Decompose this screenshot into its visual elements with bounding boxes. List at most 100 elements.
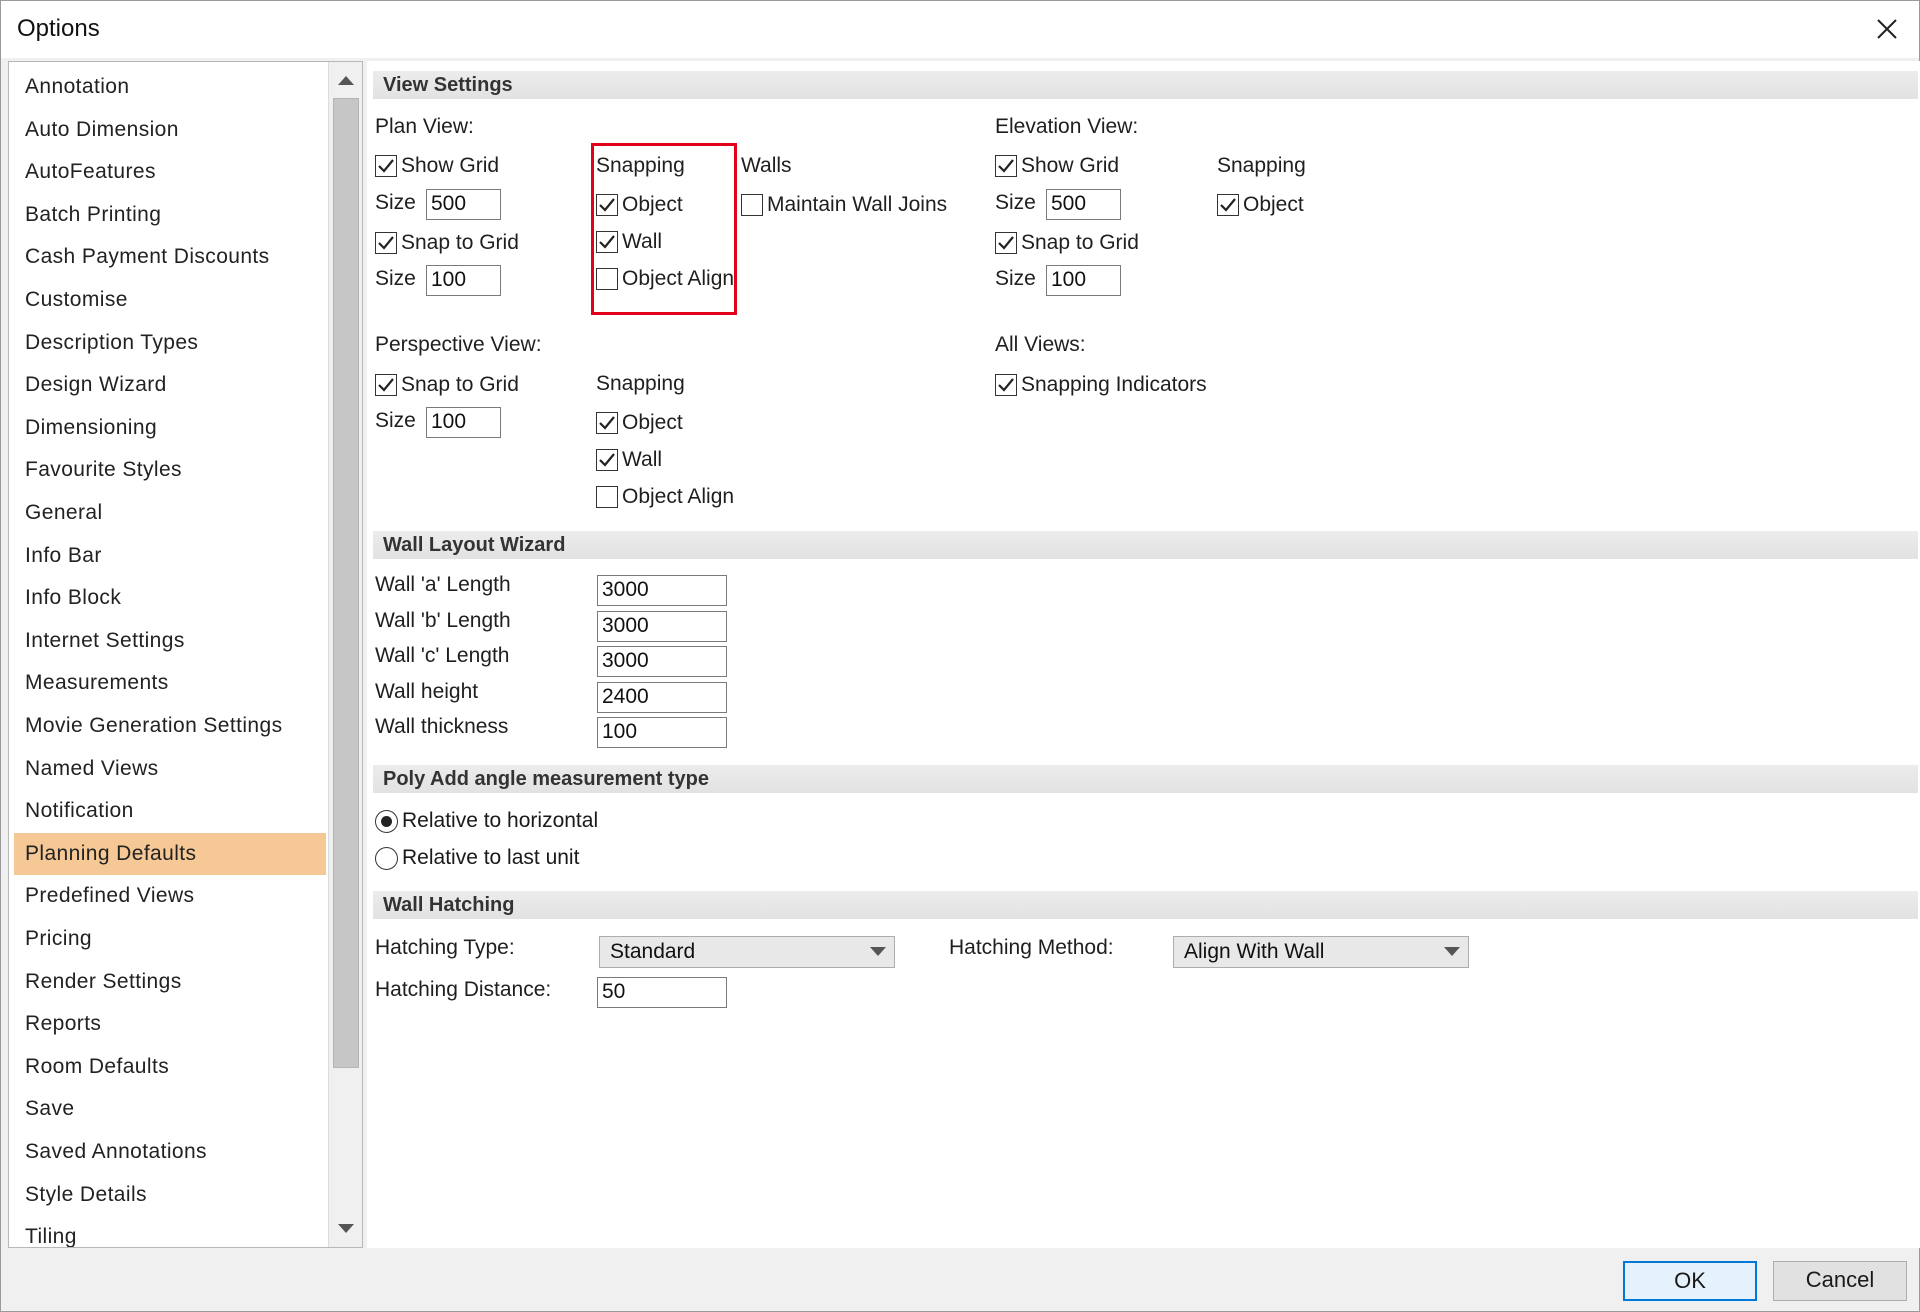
hatching-distance-input[interactable]: 50 (597, 977, 727, 1008)
category-list-pane: Annotation Auto Dimension AutoFeatures Batc… (8, 61, 363, 1248)
perspective-snap-object-checkbox[interactable]: Object (596, 411, 683, 435)
nav-item-style-details[interactable]: Style Details (14, 1174, 326, 1216)
nav-item-reports[interactable]: Reports (14, 1003, 326, 1045)
nav-item-measurements[interactable]: Measurements (14, 662, 326, 704)
chevron-up-icon (338, 76, 354, 85)
wall-field-input[interactable]: 100 (597, 717, 727, 748)
radio-circle[interactable] (375, 846, 398, 870)
elevation-grid-size-input[interactable]: 500 (1046, 189, 1121, 220)
checkbox-label: Object (1243, 193, 1304, 216)
scroll-thumb[interactable] (333, 98, 359, 1068)
nav-item-pricing[interactable]: Pricing (14, 918, 326, 960)
nav-item-batch-printing[interactable]: Batch Printing (14, 194, 326, 236)
checkbox-box[interactable] (995, 232, 1017, 254)
checkbox-box[interactable] (375, 232, 397, 254)
nav-item-favourite-styles[interactable]: Favourite Styles (14, 449, 326, 491)
nav-item-saved-annotations[interactable]: Saved Annotations (14, 1131, 326, 1173)
checkbox-box[interactable] (596, 412, 618, 434)
radio-circle[interactable] (375, 809, 398, 833)
nav-item-auto-dimension[interactable]: Auto Dimension (14, 109, 326, 151)
nav-item-internet-settings[interactable]: Internet Settings (14, 620, 326, 662)
checkbox-label: Object Align (622, 485, 735, 508)
perspective-snap-size-input[interactable]: 100 (426, 407, 501, 438)
wall-field-input[interactable]: 3000 (597, 610, 727, 642)
checkbox-label: Snap to Grid (401, 231, 519, 254)
nav-item-info-bar[interactable]: Info Bar (14, 535, 326, 577)
nav-item-customise[interactable]: Customise (14, 279, 326, 321)
nav-item-save[interactable]: Save (14, 1088, 326, 1130)
perspective-snap-wall-checkbox[interactable]: Wall (596, 448, 662, 472)
close-icon[interactable] (1865, 7, 1909, 51)
checkbox-box[interactable] (375, 155, 397, 177)
checkmark-icon (1220, 198, 1236, 212)
ok-button[interactable]: OK (1623, 1261, 1757, 1301)
maintain-wall-joins-checkbox[interactable]: Maintain Wall Joins (741, 193, 947, 217)
title-bar: Options (1, 1, 1919, 58)
perspective-snap-object-align-checkbox[interactable]: Object Align (596, 485, 734, 509)
nav-item-named-views[interactable]: Named Views (14, 748, 326, 790)
wall-field-input[interactable]: 3000 (597, 575, 727, 606)
nav-item-notification[interactable]: Notification (14, 790, 326, 832)
plan-grid-size-input[interactable]: 500 (426, 189, 501, 220)
nav-item-movie-generation-settings[interactable]: Movie Generation Settings (14, 705, 326, 747)
wall-field-label: Wall 'c' Length (375, 644, 510, 667)
elevation-size1-label: Size (995, 191, 1036, 214)
nav-item-cash-payment-discounts[interactable]: Cash Payment Discounts (14, 236, 326, 278)
checkbox-box[interactable] (995, 374, 1017, 396)
cancel-button[interactable]: Cancel (1773, 1261, 1907, 1301)
nav-item-predefined-views[interactable]: Predefined Views (14, 875, 326, 917)
nav-item-dimensioning[interactable]: Dimensioning (14, 407, 326, 449)
category-scrollbar[interactable] (328, 62, 362, 1247)
hatching-type-label: Hatching Type: (375, 936, 515, 959)
checkbox-box[interactable] (995, 155, 1017, 177)
hatching-type-select[interactable]: Standard (599, 936, 895, 968)
plan-show-grid-checkbox[interactable]: Show Grid (375, 154, 499, 178)
nav-item-info-block[interactable]: Info Block (14, 577, 326, 619)
chevron-down-icon (338, 1224, 354, 1233)
elevation-snap-object-checkbox[interactable]: Object (1217, 193, 1304, 217)
hatching-method-select[interactable]: Align With Wall (1173, 936, 1469, 968)
hatching-method-label: Hatching Method: (949, 936, 1114, 959)
elevation-show-grid-checkbox[interactable]: Show Grid (995, 154, 1119, 178)
nav-item-room-defaults[interactable]: Room Defaults (14, 1046, 326, 1088)
chevron-down-icon (870, 947, 886, 956)
section-header-view-settings: View Settings (373, 71, 1918, 99)
checkbox-label: Show Grid (1021, 154, 1120, 177)
nav-item-design-wizard[interactable]: Design Wizard (14, 364, 326, 406)
wall-field-input[interactable]: 3000 (597, 646, 727, 677)
radio-relative-horizontal[interactable]: Relative to horizontal (375, 809, 598, 833)
nav-item-general[interactable]: General (14, 492, 326, 534)
checkbox-label: Wall (622, 448, 663, 471)
elevation-snap-size-input[interactable]: 100 (1046, 265, 1121, 296)
checkbox-box[interactable] (596, 449, 618, 471)
checkbox-label: Show Grid (401, 154, 500, 177)
nav-item-autofeatures[interactable]: AutoFeatures (14, 151, 326, 193)
perspective-snap-to-grid-checkbox[interactable]: Snap to Grid (375, 373, 519, 397)
radio-label: Relative to last unit (402, 846, 580, 869)
category-list: Annotation Auto Dimension AutoFeatures Batc… (9, 62, 329, 1247)
wall-field-label: Wall 'a' Length (375, 573, 511, 596)
nav-item-tiling[interactable]: Tiling (14, 1216, 326, 1247)
checkbox-label: Snap to Grid (401, 373, 519, 396)
elevation-view-label: Elevation View: (995, 115, 1139, 138)
plan-view-label: Plan View: (375, 115, 474, 138)
nav-item-render-settings[interactable]: Render Settings (14, 961, 326, 1003)
wall-field-input[interactable]: 2400 (597, 681, 727, 713)
elevation-snap-to-grid-checkbox[interactable]: Snap to Grid (995, 231, 1139, 255)
plan-snap-size-input[interactable]: 100 (426, 265, 501, 296)
scroll-up-button[interactable] (331, 64, 361, 96)
nav-item-planning-defaults[interactable]: Planning Defaults (14, 832, 326, 875)
plan-snap-to-grid-checkbox[interactable]: Snap to Grid (375, 231, 519, 255)
checkbox-box[interactable] (1217, 194, 1239, 216)
checkbox-box[interactable] (375, 374, 397, 396)
radio-relative-last-unit[interactable]: Relative to last unit (375, 846, 579, 870)
select-value: Standard (610, 940, 696, 963)
checkbox-box[interactable] (596, 486, 618, 508)
nav-item-annotation[interactable]: Annotation (14, 66, 326, 108)
checkmark-icon (378, 378, 394, 392)
scroll-down-button[interactable] (331, 1213, 361, 1245)
snapping-indicators-checkbox[interactable]: Snapping Indicators (995, 373, 1207, 397)
section-header-wall-layout-wizard: Wall Layout Wizard (373, 531, 1918, 559)
checkbox-box[interactable] (741, 194, 763, 216)
nav-item-description-types[interactable]: Description Types (14, 322, 326, 364)
